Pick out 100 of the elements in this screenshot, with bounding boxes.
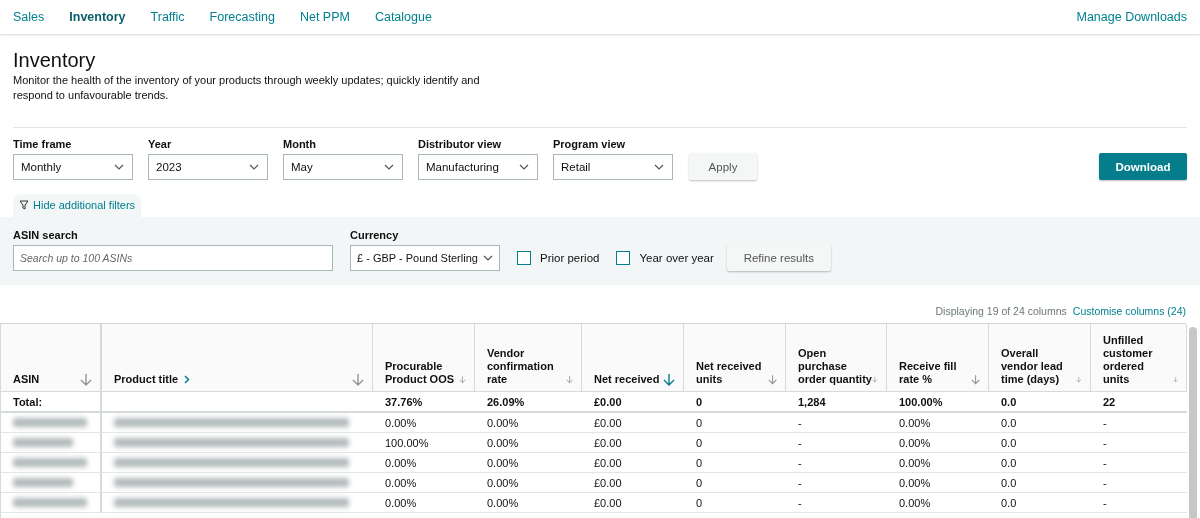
table-cell: 0.00%: [373, 493, 475, 513]
filter-label: Distributor view: [418, 138, 503, 150]
checkbox-label: Prior period: [540, 252, 600, 264]
table-cell: 0.00%: [373, 473, 475, 493]
table-cell: 0.00%: [475, 453, 582, 473]
table-cell: £0.00: [582, 453, 684, 473]
table-cell: 26.09%: [475, 392, 582, 413]
table-cell: 0: [684, 493, 786, 513]
column-header[interactable]: ASIN: [1, 324, 102, 392]
filter-label: Month: [283, 138, 317, 150]
table-cell: 0.00%: [373, 413, 475, 433]
table-cell: -: [786, 453, 887, 473]
table-cell: 0: [684, 392, 786, 413]
filter-label: Time frame: [13, 138, 73, 150]
table-cell: 0.00%: [475, 473, 582, 493]
table-cell: 0.0: [989, 433, 1091, 453]
column-header[interactable]: Net received: [582, 324, 684, 392]
column-header[interactable]: Receive fill rate %: [887, 324, 989, 392]
sort-arrow-icon[interactable]: [80, 373, 92, 386]
table-cell: 0.00%: [475, 433, 582, 453]
table-cell: 0: [684, 413, 786, 433]
column-header[interactable]: Overall vendor lead time (days): [989, 324, 1091, 392]
column-header[interactable]: Open purchase order quantity: [786, 324, 887, 392]
table-cell: 0.0: [989, 392, 1091, 413]
table-cell: 100.00%: [887, 392, 989, 413]
sort-arrow-icon[interactable]: [459, 373, 466, 386]
table-cell: £0.00: [582, 413, 684, 433]
filter-dropdown[interactable]: Manufacturing: [418, 154, 538, 180]
table-cell: 0.00%: [887, 473, 989, 493]
column-header[interactable]: Net received units: [684, 324, 786, 392]
column-count-text: Displaying 19 of 24 columns: [935, 305, 1067, 317]
table-cell: 22: [1091, 392, 1187, 413]
total-label: Total:: [1, 392, 102, 413]
chevron-down-icon: [483, 255, 493, 261]
redacted-text: [13, 438, 73, 447]
manage-downloads-link[interactable]: Manage Downloads: [1076, 10, 1187, 24]
hide-filters-toggle[interactable]: Hide additional filters: [13, 194, 142, 217]
sort-arrow-icon[interactable]: [970, 373, 980, 386]
chevron-down-icon: [249, 164, 259, 170]
table-cell: £0.00: [582, 433, 684, 453]
nav-tab[interactable]: Traffic: [150, 10, 185, 24]
page-title: Inventory: [13, 49, 97, 72]
table-cell: 100.00%: [373, 433, 475, 453]
sort-arrow-icon[interactable]: [565, 373, 573, 386]
checkbox[interactable]: [616, 251, 631, 265]
field-label: Currency: [350, 229, 400, 241]
table-cell: -: [1091, 453, 1187, 473]
column-header[interactable]: Vendor confirmation rate: [475, 324, 582, 392]
table-cell: -: [786, 493, 887, 513]
table-cell: 0.00%: [887, 413, 989, 433]
table-cell: £0.00: [582, 473, 684, 493]
table-cell: 0.00%: [373, 453, 475, 473]
chevron-down-icon: [114, 164, 124, 170]
table-cell: -: [786, 433, 887, 453]
refine-results-button[interactable]: Refine results: [726, 244, 831, 271]
filter-dropdown[interactable]: Retail: [553, 154, 673, 180]
table-cell: 0.00%: [887, 493, 989, 513]
table-cell: 37.76%: [373, 392, 475, 413]
table-cell: 1,284: [786, 392, 887, 413]
nav-tab[interactable]: Inventory: [69, 10, 126, 24]
download-button[interactable]: Download: [1099, 153, 1187, 180]
table-cell: 0: [684, 453, 786, 473]
filter-label: Program view: [553, 138, 627, 150]
sort-arrow-icon[interactable]: [663, 373, 675, 386]
asin-search-field[interactable]: Search up to 100 ASINs: [13, 245, 333, 271]
table-cell: -: [786, 413, 887, 433]
filter-dropdown[interactable]: Monthly: [13, 154, 133, 180]
scrollbar[interactable]: [1189, 327, 1197, 518]
table-cell: 0.00%: [475, 493, 582, 513]
table-cell: -: [1091, 473, 1187, 493]
column-header[interactable]: Product title: [102, 324, 373, 392]
nav-tab[interactable]: Catalogue: [374, 10, 432, 24]
nav-tab[interactable]: Sales: [13, 10, 45, 24]
currency-dropdown[interactable]: £ - GBP - Pound Sterling: [350, 245, 500, 271]
page-description: Monitor the health of the inventory of your products through weekly updates; quickly identify and respond to unfavourable trends.: [13, 73, 481, 103]
table-cell: 0: [684, 473, 786, 493]
table-cell: -: [1091, 493, 1187, 513]
sort-arrow-icon[interactable]: [767, 373, 777, 386]
apply-button[interactable]: Apply: [689, 153, 757, 180]
customise-columns-link[interactable]: Customise columns (24): [1072, 305, 1186, 317]
table-cell: £0.00: [582, 493, 684, 513]
chevron-right-icon[interactable]: [184, 375, 191, 384]
table-cell: 0.0: [989, 473, 1091, 493]
chevron-down-icon: [654, 164, 664, 170]
chevron-down-icon: [384, 164, 394, 170]
nav-tab[interactable]: Net PPM: [299, 10, 350, 24]
checkbox[interactable]: [517, 251, 531, 265]
chevron-down-icon: [519, 164, 529, 170]
column-header[interactable]: Procurable Product OOS: [373, 324, 475, 392]
filter-dropdown[interactable]: May: [283, 154, 403, 180]
column-header[interactable]: Unfilled customer ordered units: [1091, 324, 1187, 392]
nav-tab[interactable]: Forecasting: [209, 10, 275, 24]
table-cell: 0.0: [989, 413, 1091, 433]
field-label: ASIN search: [13, 229, 79, 241]
filter-label: Year: [148, 138, 173, 150]
filter-dropdown[interactable]: 2023: [148, 154, 268, 180]
sort-arrow-icon[interactable]: [352, 373, 364, 386]
table-cell: -: [1091, 413, 1187, 433]
table-cell: -: [786, 473, 887, 493]
table-cell: £0.00: [582, 392, 684, 413]
